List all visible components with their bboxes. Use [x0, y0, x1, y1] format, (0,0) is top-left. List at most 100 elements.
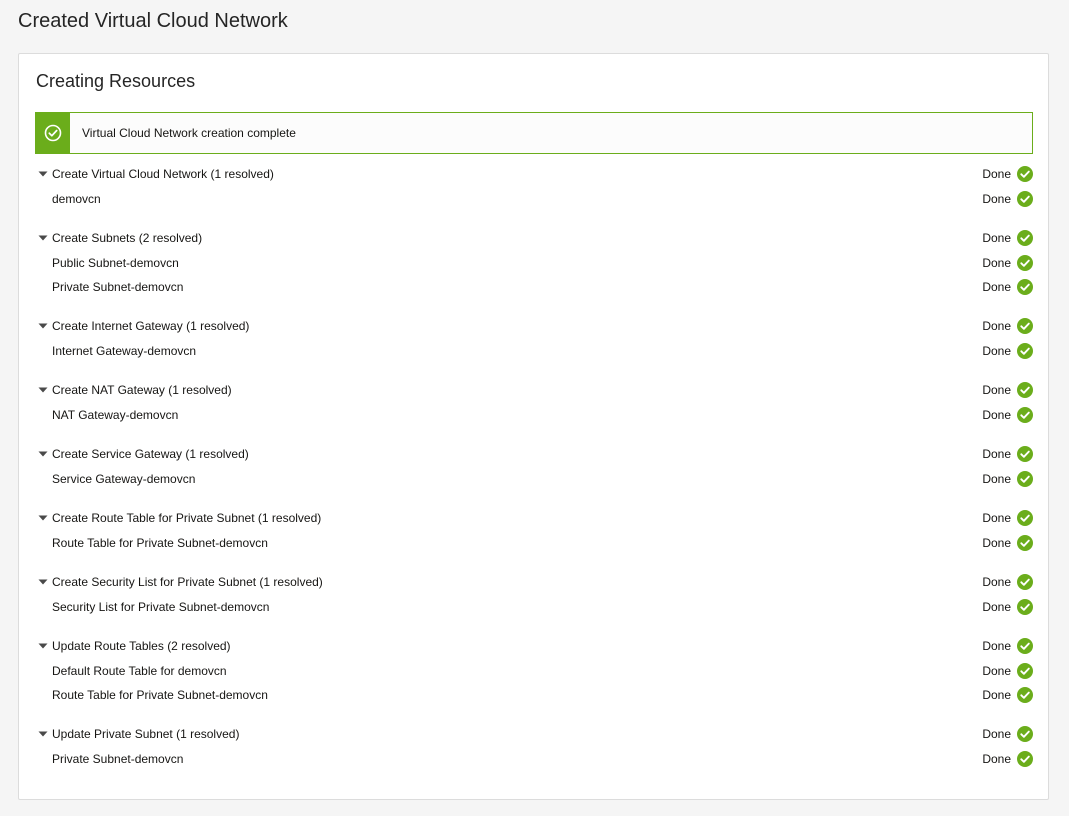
status-indicator: Done — [982, 255, 1033, 271]
resource-label: Service Gateway-demovcn — [52, 472, 196, 486]
group-header-row[interactable]: Update Private Subnet (1 resolved) Done — [35, 724, 1033, 744]
resource-row: demovcn Done — [35, 189, 1033, 209]
collapse-toggle[interactable] — [38, 731, 52, 737]
status-text: Done — [982, 344, 1011, 358]
done-check-icon — [1017, 535, 1033, 551]
collapse-toggle[interactable] — [38, 323, 52, 329]
resource-label: Internet Gateway-demovcn — [52, 344, 197, 358]
status-indicator: Done — [982, 279, 1033, 295]
done-check-icon — [1017, 751, 1033, 767]
resource-row: Route Table for Private Subnet-demovcn Do… — [35, 685, 1033, 705]
status-text: Done — [982, 511, 1011, 525]
resource-row: NAT Gateway-demovcn Done — [35, 405, 1033, 425]
group-header-row[interactable]: Create Route Table for Private Subnet (1… — [35, 508, 1033, 528]
caret-down-icon — [38, 387, 48, 393]
group-label: Update Route Tables (2 resolved) — [52, 639, 231, 653]
group-label: Update Private Subnet (1 resolved) — [52, 727, 240, 741]
collapse-toggle[interactable] — [38, 451, 52, 457]
status-indicator: Done — [982, 191, 1033, 207]
resource-label: Route Table for Private Subnet-demovcn — [52, 536, 268, 550]
resource-label: demovcn — [52, 192, 101, 206]
resource-label: Security List for Private Subnet-demovcn — [52, 600, 270, 614]
resource-row: Internet Gateway-demovcn Done — [35, 341, 1033, 361]
done-check-icon — [1017, 343, 1033, 359]
group-label: Create Security List for Private Subnet … — [52, 575, 323, 589]
group-header-row[interactable]: Create NAT Gateway (1 resolved) Done — [35, 380, 1033, 400]
group-header-row[interactable]: Update Route Tables (2 resolved) Done — [35, 636, 1033, 656]
group-label: Create Service Gateway (1 resolved) — [52, 447, 249, 461]
done-check-icon — [1017, 471, 1033, 487]
status-indicator: Done — [982, 407, 1033, 423]
caret-down-icon — [38, 579, 48, 585]
group-header-row[interactable]: Create Virtual Cloud Network (1 resolved… — [35, 164, 1033, 184]
group-label: Create NAT Gateway (1 resolved) — [52, 383, 232, 397]
status-indicator: Done — [982, 510, 1033, 526]
done-check-icon — [1017, 255, 1033, 271]
status-indicator: Done — [982, 751, 1033, 767]
group-label: Create Virtual Cloud Network (1 resolved… — [52, 167, 274, 181]
collapse-toggle[interactable] — [38, 387, 52, 393]
caret-down-icon — [38, 515, 48, 521]
status-indicator: Done — [982, 471, 1033, 487]
resource-row: Private Subnet-demovcn Done — [35, 277, 1033, 297]
status-indicator: Done — [982, 687, 1033, 703]
success-banner: Virtual Cloud Network creation complete — [35, 112, 1033, 154]
done-check-icon — [1017, 726, 1033, 742]
group-header-row[interactable]: Create Subnets (2 resolved) Done — [35, 228, 1033, 248]
status-text: Done — [982, 192, 1011, 206]
status-text: Done — [982, 688, 1011, 702]
resource-row: Default Route Table for demovcn Done — [35, 661, 1033, 681]
done-check-icon — [1017, 230, 1033, 246]
collapse-toggle[interactable] — [38, 515, 52, 521]
resource-row: Private Subnet-demovcn Done — [35, 749, 1033, 769]
banner-icon-box — [36, 113, 70, 153]
done-check-icon — [1017, 382, 1033, 398]
status-indicator: Done — [982, 166, 1033, 182]
status-text: Done — [982, 408, 1011, 422]
done-check-icon — [1017, 191, 1033, 207]
status-indicator: Done — [982, 599, 1033, 615]
resource-row: Public Subnet-demovcn Done — [35, 253, 1033, 273]
status-text: Done — [982, 752, 1011, 766]
status-text: Done — [982, 575, 1011, 589]
collapse-toggle[interactable] — [38, 579, 52, 585]
status-indicator: Done — [982, 535, 1033, 551]
done-check-icon — [1017, 510, 1033, 526]
status-text: Done — [982, 664, 1011, 678]
caret-down-icon — [38, 323, 48, 329]
check-circle-outline-icon — [44, 124, 62, 142]
panel-title: Creating Resources — [36, 71, 196, 91]
status-indicator: Done — [982, 343, 1033, 359]
done-check-icon — [1017, 166, 1033, 182]
group-header-row[interactable]: Create Internet Gateway (1 resolved) Done — [35, 316, 1033, 336]
group-header-row[interactable]: Create Service Gateway (1 resolved) Done — [35, 444, 1033, 464]
caret-down-icon — [38, 731, 48, 737]
caret-down-icon — [38, 451, 48, 457]
status-text: Done — [982, 447, 1011, 461]
resource-label: Private Subnet-demovcn — [52, 280, 184, 294]
caret-down-icon — [38, 235, 48, 241]
collapse-toggle[interactable] — [38, 171, 52, 177]
status-indicator: Done — [982, 574, 1033, 590]
status-text: Done — [982, 639, 1011, 653]
status-indicator: Done — [982, 663, 1033, 679]
status-text: Done — [982, 319, 1011, 333]
creating-resources-panel: Creating Resources Virtual Cloud Network… — [18, 53, 1049, 800]
group-header-row[interactable]: Create Security List for Private Subnet … — [35, 572, 1033, 592]
status-text: Done — [982, 231, 1011, 245]
done-check-icon — [1017, 638, 1033, 654]
resource-label: Default Route Table for demovcn — [52, 664, 227, 678]
status-text: Done — [982, 383, 1011, 397]
collapse-toggle[interactable] — [38, 643, 52, 649]
status-indicator: Done — [982, 230, 1033, 246]
collapse-toggle[interactable] — [38, 235, 52, 241]
group-label: Create Route Table for Private Subnet (1… — [52, 511, 322, 525]
status-text: Done — [982, 472, 1011, 486]
done-check-icon — [1017, 574, 1033, 590]
banner-message: Virtual Cloud Network creation complete — [82, 126, 296, 140]
group-label: Create Internet Gateway (1 resolved) — [52, 319, 250, 333]
done-check-icon — [1017, 446, 1033, 462]
page-title: Created Virtual Cloud Network — [18, 10, 288, 32]
done-check-icon — [1017, 318, 1033, 334]
status-indicator: Done — [982, 382, 1033, 398]
